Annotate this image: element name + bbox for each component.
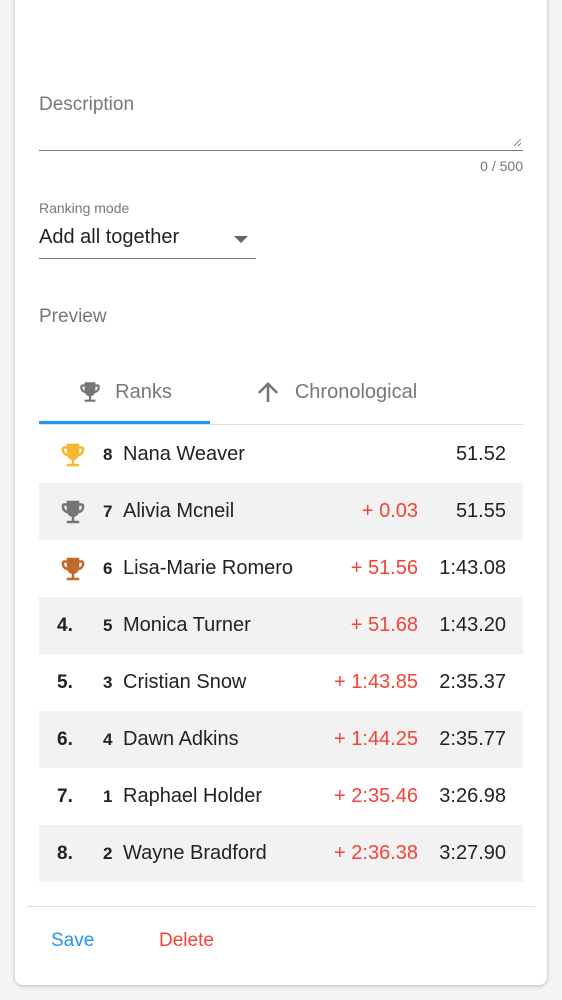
table-row: 7 Alivia Mcneil + 0.03 51.55 xyxy=(39,483,523,540)
save-button[interactable]: Save xyxy=(51,930,94,952)
rank-position: 4. xyxy=(57,614,73,636)
athlete-name: Monica Turner xyxy=(123,614,251,636)
athlete-number: 2 xyxy=(103,843,113,863)
tab-chronological-label: Chronological xyxy=(294,380,418,403)
ranking-mode-value[interactable]: Add all together xyxy=(39,226,179,249)
ranking-mode-label: Ranking mode xyxy=(39,200,130,216)
athlete-name: Raphael Holder xyxy=(123,785,262,807)
rank-position: 6. xyxy=(57,728,73,750)
total-time: 1:43.20 xyxy=(439,614,506,636)
time-difference: + 2:35.46 xyxy=(334,785,418,807)
athlete-name: Nana Weaver xyxy=(123,443,245,465)
arrow-up-icon xyxy=(253,377,283,407)
table-row: 6 Lisa-Marie Romero + 51.56 1:43.08 xyxy=(39,540,523,597)
preview-heading: Preview xyxy=(39,306,107,327)
tab-chronological[interactable]: Chronological xyxy=(210,360,460,424)
tabs-divider xyxy=(39,424,523,425)
dropdown-arrow-icon[interactable] xyxy=(234,236,248,243)
rank-position: 5. xyxy=(57,671,73,693)
time-difference: + 51.68 xyxy=(350,614,418,636)
time-difference: + 1:44.25 xyxy=(334,728,418,750)
athlete-number: 3 xyxy=(103,672,113,692)
tab-ranks-label: Ranks xyxy=(115,380,172,403)
ranking-list: 8 Nana Weaver 51.52 7 Alivia Mcneil + 0.03 51.… xyxy=(39,426,523,882)
rank-position: 8. xyxy=(57,842,73,864)
time-difference: + 2:36.38 xyxy=(334,842,418,864)
table-row: 5. 3 Cristian Snow + 1:43.85 2:35.37 xyxy=(39,654,523,711)
athlete-name: Alivia Mcneil xyxy=(123,500,235,522)
total-time: 2:35.37 xyxy=(439,671,506,693)
ranking-mode-underline xyxy=(39,258,256,259)
description-counter: 0 / 500 xyxy=(480,158,523,174)
table-row: 8. 2 Wayne Bradford + 2:36.38 3:27.90 xyxy=(39,825,523,882)
athlete-number: 6 xyxy=(103,558,113,578)
time-difference: + 0.03 xyxy=(361,500,418,522)
athlete-number: 8 xyxy=(103,444,113,464)
athlete-name: Lisa-Marie Romero xyxy=(123,557,294,579)
total-time: 1:43.08 xyxy=(439,557,506,579)
athlete-name: Cristian Snow xyxy=(123,671,247,693)
total-time: 3:27.90 xyxy=(439,842,506,864)
athlete-name: Dawn Adkins xyxy=(123,728,239,750)
athlete-number: 7 xyxy=(103,501,113,521)
athlete-number: 4 xyxy=(103,729,113,749)
total-time: 51.52 xyxy=(455,443,506,465)
delete-button[interactable]: Delete xyxy=(159,930,214,952)
trophy-silver-icon xyxy=(61,500,85,524)
tab-ranks[interactable]: Ranks xyxy=(39,360,210,424)
table-row: 8 Nana Weaver 51.52 xyxy=(39,426,523,483)
time-difference: + 1:43.85 xyxy=(334,671,418,693)
resize-handle-icon[interactable] xyxy=(513,138,521,146)
description-label: Description xyxy=(39,94,135,115)
total-time: 3:26.98 xyxy=(439,785,506,807)
rank-position: 7. xyxy=(57,785,73,807)
time-difference: + 51.56 xyxy=(350,557,418,579)
trophy-gold-icon xyxy=(61,443,85,467)
athlete-number: 5 xyxy=(103,615,113,635)
table-row: 6. 4 Dawn Adkins + 1:44.25 2:35.77 xyxy=(39,711,523,768)
table-row: 4. 5 Monica Turner + 51.68 1:43.20 xyxy=(39,597,523,654)
total-time: 2:35.77 xyxy=(439,728,506,750)
athlete-name: Wayne Bradford xyxy=(123,842,267,864)
athlete-number: 1 xyxy=(103,786,113,806)
trophy-bronze-icon xyxy=(61,557,85,581)
footer-divider xyxy=(27,906,535,907)
table-row: 7. 1 Raphael Holder + 2:35.46 3:26.98 xyxy=(39,768,523,825)
total-time: 51.55 xyxy=(455,500,506,522)
description-underline xyxy=(39,150,523,151)
trophy-icon xyxy=(77,379,103,405)
